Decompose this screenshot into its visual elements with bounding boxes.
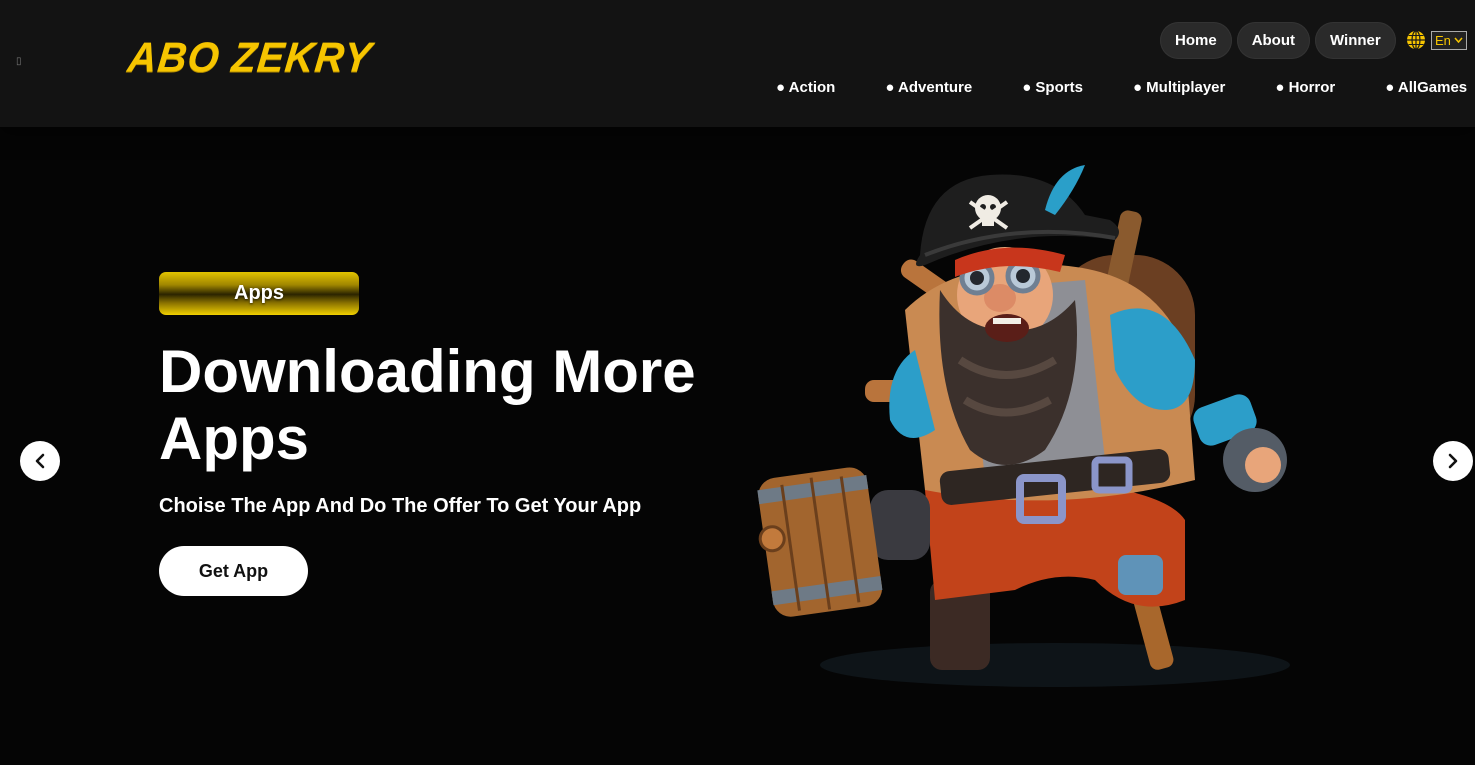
globe-icon[interactable] [1406,30,1426,50]
category-nav: ● Action ● Adventure ● Sports ● Multipla… [776,79,1475,96]
category-multiplayer-link[interactable]: ● Multiplayer [1133,79,1225,96]
language-value: En [1435,32,1451,48]
category-horror-link[interactable]: ● Horror [1275,79,1335,96]
category-adventure-link[interactable]: ● Adventure [885,79,972,96]
category-badge: Apps [159,272,359,315]
menu-glyph[interactable]: ▯ [16,56,22,67]
hero-subtitle: Choise The App And Do The Offer To Get Y… [159,495,642,517]
get-app-button[interactable]: Get App [159,546,308,596]
nav-winner-button[interactable]: Winner [1315,22,1396,59]
hero-title: Downloading More Apps [159,338,696,472]
nav-about-button[interactable]: About [1236,22,1311,59]
slider-prev-button[interactable] [20,441,60,481]
chevron-right-icon [1448,453,1458,469]
chevron-down-icon [1454,37,1463,43]
chevron-left-icon [35,453,45,469]
category-sports-link[interactable]: ● Sports [1022,79,1083,96]
site-header: ▯ ABO ZEKRY Home About Winner En ● Actio… [0,0,1475,127]
category-action-link[interactable]: ● Action [776,79,835,96]
language-select[interactable]: En [1431,30,1467,50]
slider-next-button[interactable] [1433,441,1473,481]
site-logo[interactable]: ABO ZEKRY [126,35,375,82]
category-allgames-link[interactable]: ● AllGames [1385,79,1467,96]
pirate-illustration [757,165,1290,687]
top-nav: Home About Winner [1160,22,1396,59]
language-switcher: En [1406,30,1467,50]
nav-home-button[interactable]: Home [1160,22,1232,59]
